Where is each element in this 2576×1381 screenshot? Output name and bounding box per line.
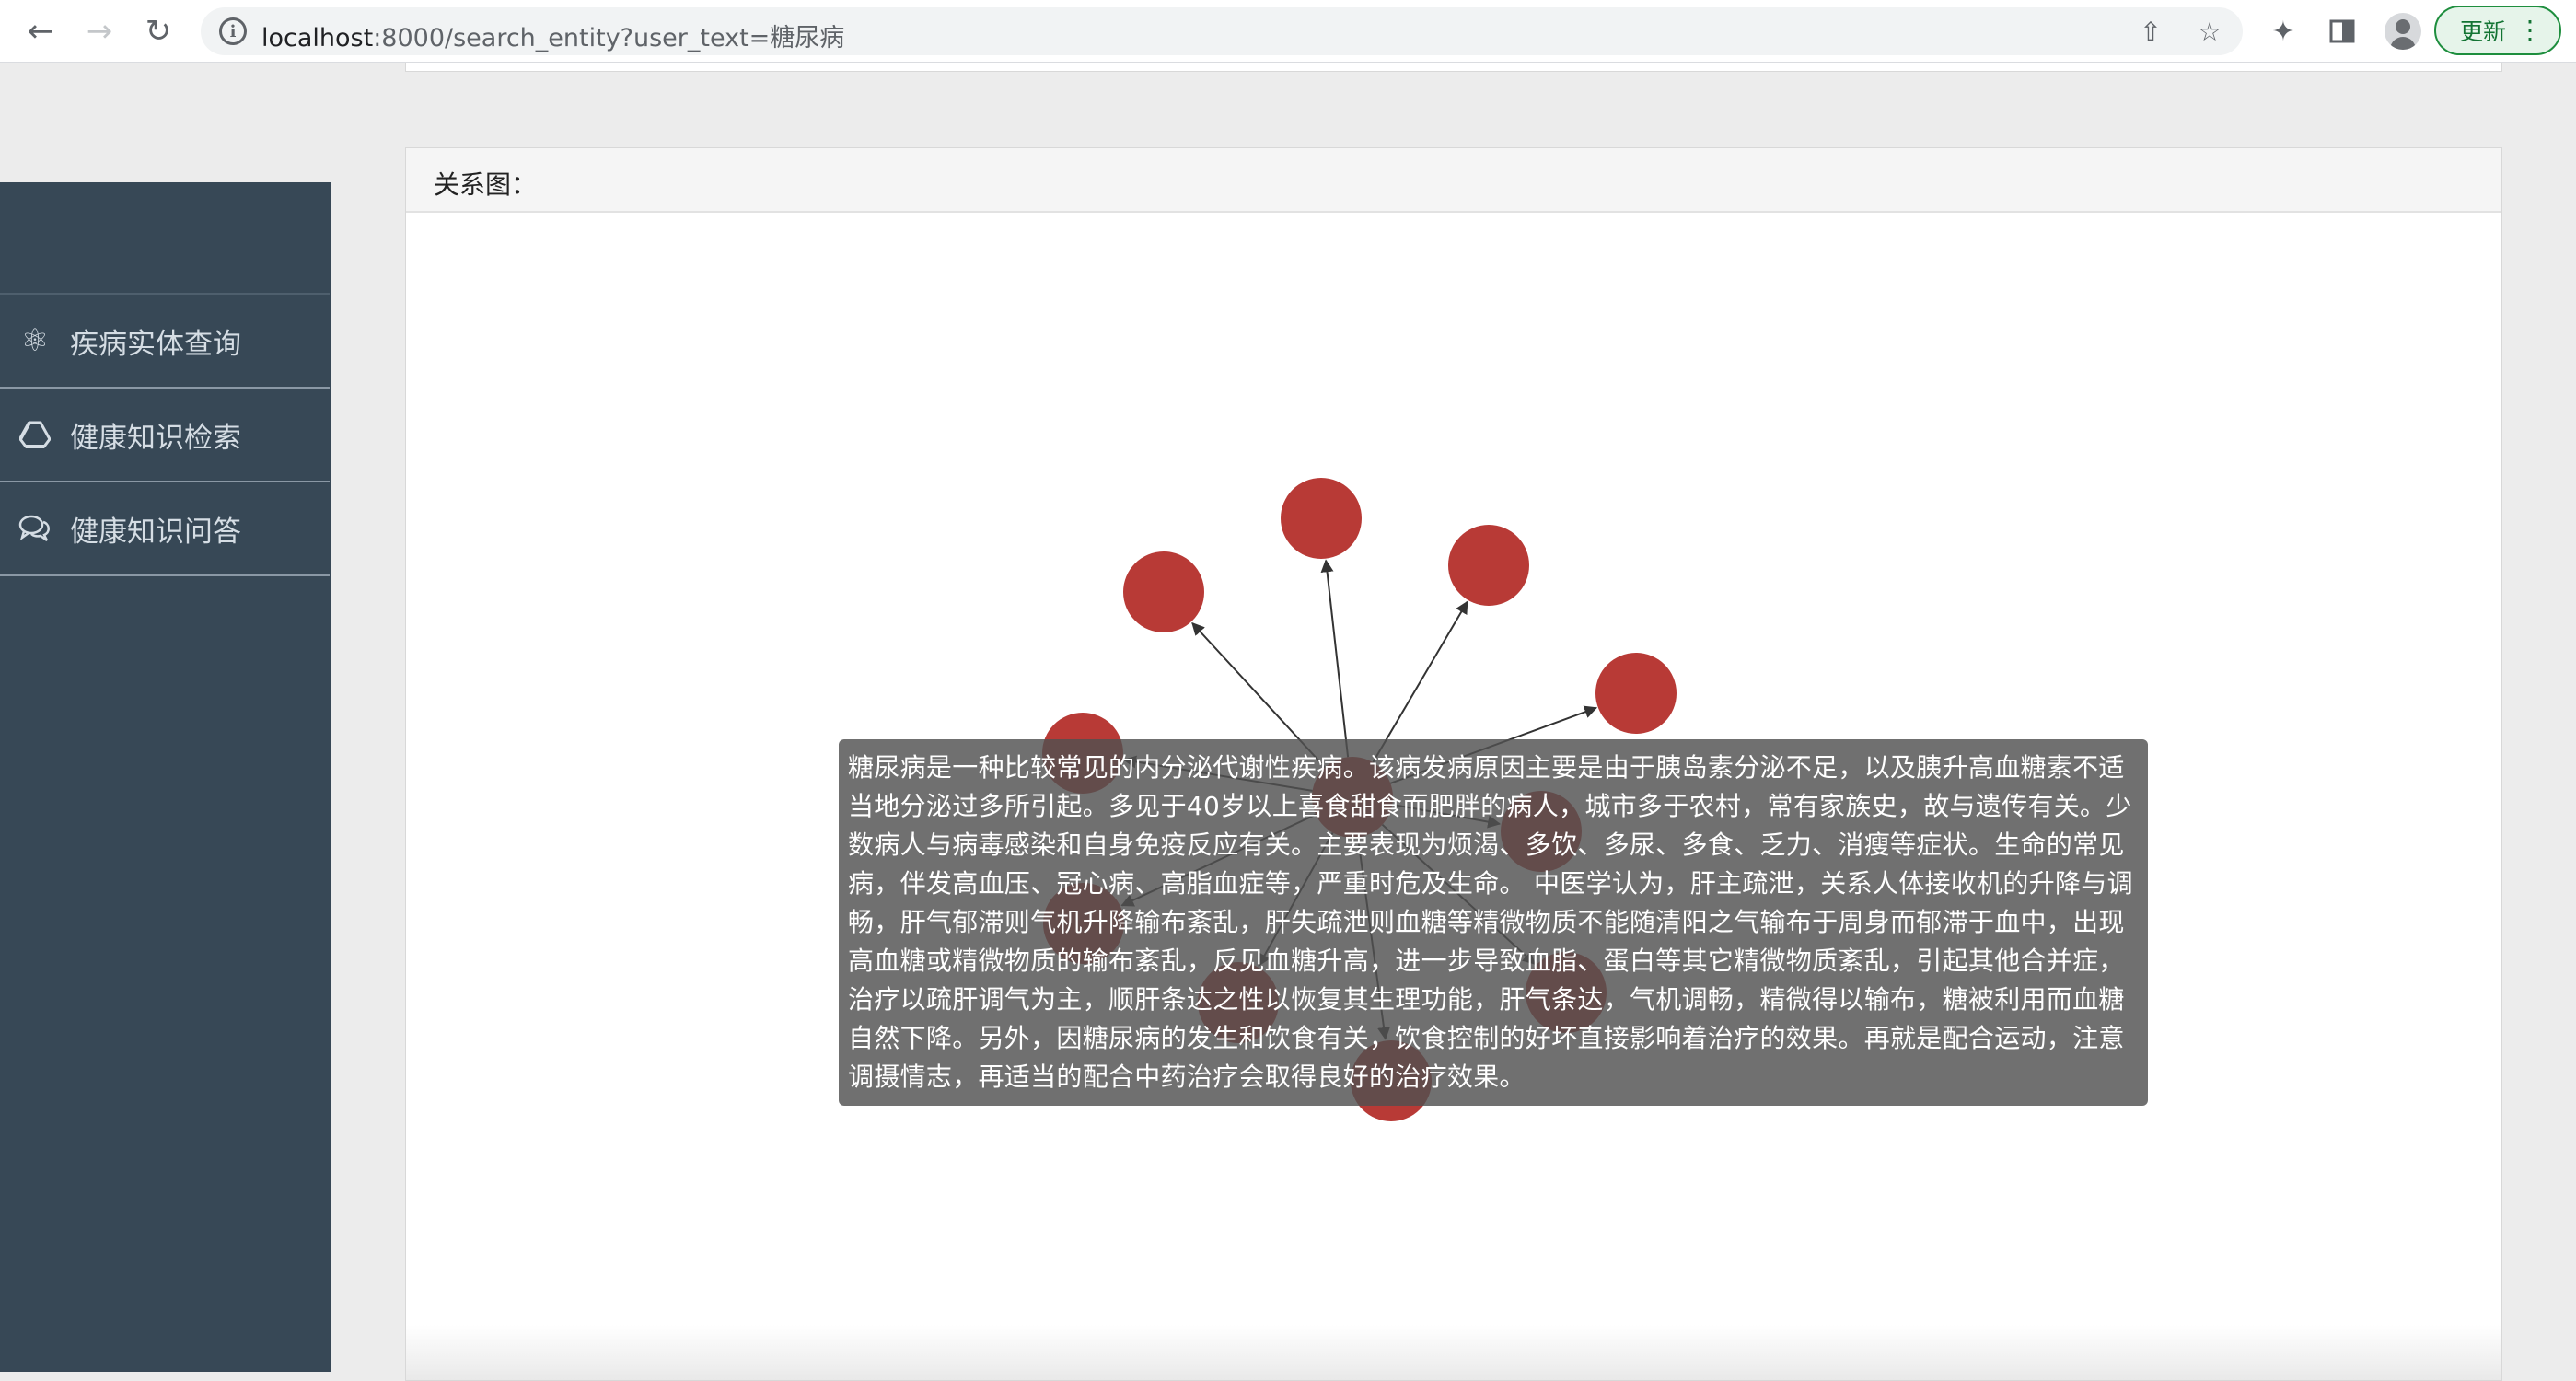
bookmark-star-icon[interactable]: ☆ bbox=[2195, 17, 2224, 47]
side-panel-icon[interactable] bbox=[2324, 13, 2361, 50]
panel-bottom-fade bbox=[406, 1325, 2501, 1380]
sidebar-item-label: 疾病实体查询 bbox=[70, 327, 241, 361]
sidebar-item-label: 健康知识问答 bbox=[70, 515, 241, 549]
url-host: localhost bbox=[261, 24, 374, 52]
graph-node[interactable] bbox=[1448, 525, 1529, 606]
extensions-puzzle-icon[interactable]: ✦ bbox=[2265, 13, 2302, 50]
share-icon[interactable]: ⇧ bbox=[2136, 17, 2165, 47]
more-menu-icon[interactable]: ⋮ bbox=[2517, 15, 2543, 45]
reload-icon[interactable]: ↻ bbox=[136, 9, 180, 53]
sidebar-item-knowledge-search[interactable]: 健康知识检索 bbox=[0, 389, 330, 482]
address-bar[interactable]: i localhost:8000/search_entity?user_text… bbox=[201, 7, 2243, 55]
sidebar-item-disease-query[interactable]: ⚛ 疾病实体查询 bbox=[0, 295, 330, 389]
forward-arrow-icon[interactable]: → bbox=[77, 9, 122, 53]
update-button[interactable]: 更新 ⋮ bbox=[2434, 6, 2561, 55]
drive-icon bbox=[0, 421, 70, 448]
browser-toolbar: ← → ↻ i localhost:8000/search_entity?use… bbox=[0, 0, 2576, 63]
update-label: 更新 bbox=[2460, 18, 2507, 45]
atom-icon: ⚛ bbox=[20, 322, 50, 359]
node-description-tooltip: 糖尿病是一种比较常见的内分泌代谢性疾病。该病发病原因主要是由于胰岛素分泌不足，以… bbox=[839, 739, 2148, 1106]
previous-panel-edge bbox=[405, 63, 2502, 72]
graph-edge bbox=[1320, 559, 1350, 758]
url-text[interactable]: localhost:8000/search_entity?user_text=糖… bbox=[261, 17, 844, 53]
chat-bubbles-icon bbox=[0, 515, 70, 542]
sidebar-item-knowledge-qa[interactable]: 健康知识问答 bbox=[0, 482, 330, 576]
graph-node[interactable] bbox=[1123, 551, 1204, 632]
profile-avatar-icon[interactable] bbox=[2385, 13, 2421, 50]
url-path: :8000/search_entity?user_text=糖尿病 bbox=[373, 24, 845, 52]
graph-node[interactable] bbox=[1595, 653, 1677, 734]
site-info-icon[interactable]: i bbox=[219, 17, 247, 45]
graph-node[interactable] bbox=[1281, 478, 1362, 559]
sidebar: ⚛ 疾病实体查询 健康知识检索 健康知识问答 bbox=[0, 182, 331, 1372]
graph-edge bbox=[1372, 600, 1468, 763]
sidebar-item-label: 健康知识检索 bbox=[70, 421, 241, 455]
relation-graph-panel: 关系图： 糖尿病是一种比较常见的内分泌代谢性疾病。该病发病原因主要是由于胰岛素分… bbox=[405, 147, 2502, 1381]
back-arrow-icon[interactable]: ← bbox=[18, 9, 63, 53]
